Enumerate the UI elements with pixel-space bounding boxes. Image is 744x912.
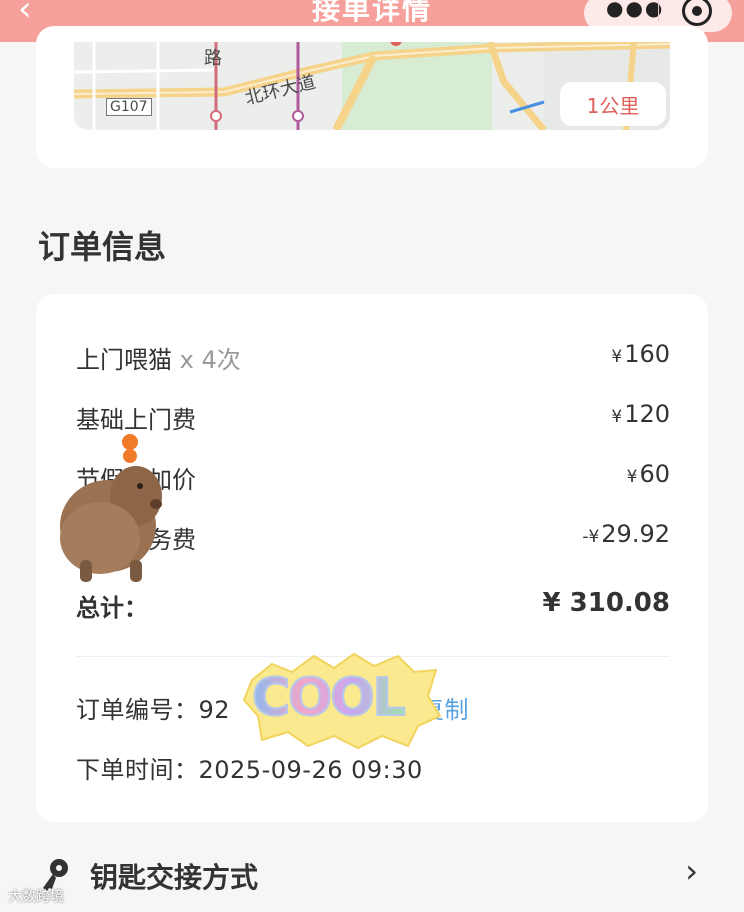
capybara-sticker <box>60 434 162 582</box>
capsule-divider <box>658 0 659 22</box>
watermark: 大数跨境 <box>8 889 64 905</box>
total-amount: ¥ 310.08 <box>542 588 671 618</box>
key-handover-label: 钥匙交接方式 <box>90 861 259 894</box>
order-number-value: 92 <box>198 696 231 724</box>
line-item-label: 上门喂猫 x 4次 <box>76 346 241 374</box>
order-time-label: 下单时间： <box>76 756 199 784</box>
order-time-value: 2025-09-26 09:30 <box>198 756 423 784</box>
line-item-amount: -¥29.92 <box>582 520 670 548</box>
distance-badge: 1公里 <box>560 82 666 126</box>
map-view[interactable]: 路 北环大道 G107 1公里 <box>74 42 670 130</box>
target-close-icon[interactable] <box>682 0 712 26</box>
line-item-label: 基础上门费 <box>76 406 196 434</box>
chevron-right-icon: › <box>685 852 698 890</box>
more-dots-icon[interactable]: ●●● <box>606 0 664 20</box>
key-handover-row[interactable]: 钥匙交接方式 › <box>36 846 708 906</box>
order-time-row: 下单时间：2025-09-26 09:30 <box>76 750 423 785</box>
cool-sticker: COOL <box>242 650 442 750</box>
line-item-amount: ¥120 <box>611 400 670 428</box>
order-number-label: 订单编号： <box>76 696 199 724</box>
line-item-qty: x 4次 <box>179 346 241 374</box>
map-road-label: 路 <box>204 48 222 69</box>
cool-sticker-text: COOL <box>251 667 407 729</box>
map-card: 路 北环大道 G107 1公里 <box>36 26 708 168</box>
line-item-amount: ¥60 <box>626 460 670 488</box>
line-item-amount: ¥160 <box>611 340 670 368</box>
highway-badge: G107 <box>106 98 152 116</box>
order-info-title: 订单信息 <box>38 228 167 266</box>
total-label: 总计： <box>76 594 148 622</box>
